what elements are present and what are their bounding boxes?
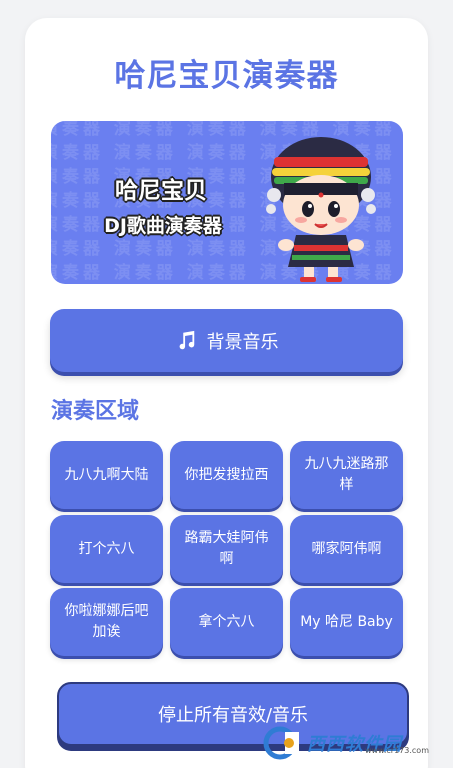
sound-button[interactable]: My 哈尼 Baby: [290, 588, 403, 656]
sound-button[interactable]: 拿个六八: [170, 588, 283, 656]
sound-button[interactable]: 打个六八: [50, 515, 163, 583]
banner: 演奏器 演奏器 演奏器 演奏器 演奏器 演奏器 演奏器 演奏器 演奏器 演奏器 …: [51, 121, 403, 284]
sound-button[interactable]: 你把发搜拉西: [170, 441, 283, 509]
background-music-label: 背景音乐: [206, 331, 279, 352]
banner-subtitle: DJ歌曲演奏器: [104, 215, 222, 237]
banner-title: 哈尼宝贝: [115, 178, 207, 204]
sound-button-label: 你把发搜拉西: [184, 466, 269, 483]
background-music-button[interactable]: 背景音乐: [50, 309, 403, 372]
sound-button-label: My 哈尼 Baby: [300, 613, 393, 630]
sound-button-label: 拿个六八: [198, 613, 255, 630]
sound-button[interactable]: 九八九迷路那样: [290, 441, 403, 509]
sound-button-label: 打个六八: [78, 540, 135, 557]
sound-button-label: 九八九迷路那样: [304, 456, 389, 493]
sound-button[interactable]: 路霸大娃阿伟啊: [170, 515, 283, 583]
music-note-icon: [179, 330, 194, 349]
sound-button[interactable]: 你啦娜娜后吧加诶: [50, 588, 163, 656]
sound-button-label: 哪家阿伟啊: [311, 540, 382, 557]
sound-button[interactable]: 九八九啊大陆: [50, 441, 163, 509]
sound-button-label: 九八九啊大陆: [64, 466, 149, 483]
sound-button-label: 路霸大娃阿伟啊: [184, 530, 269, 567]
watermark: 西西软件园 www.cr173.com: [263, 723, 443, 763]
watermark-url: www.cr173.com: [364, 746, 429, 755]
sound-button-label: 你啦娜娜后吧加诶: [64, 603, 149, 640]
mascot-image: [266, 137, 376, 282]
watermark-logo-icon: [263, 726, 299, 760]
sound-button[interactable]: 哪家阿伟啊: [290, 515, 403, 583]
page-title: 哈尼宝贝演奏器: [114, 58, 339, 94]
section-title: 演奏区域: [51, 399, 140, 424]
